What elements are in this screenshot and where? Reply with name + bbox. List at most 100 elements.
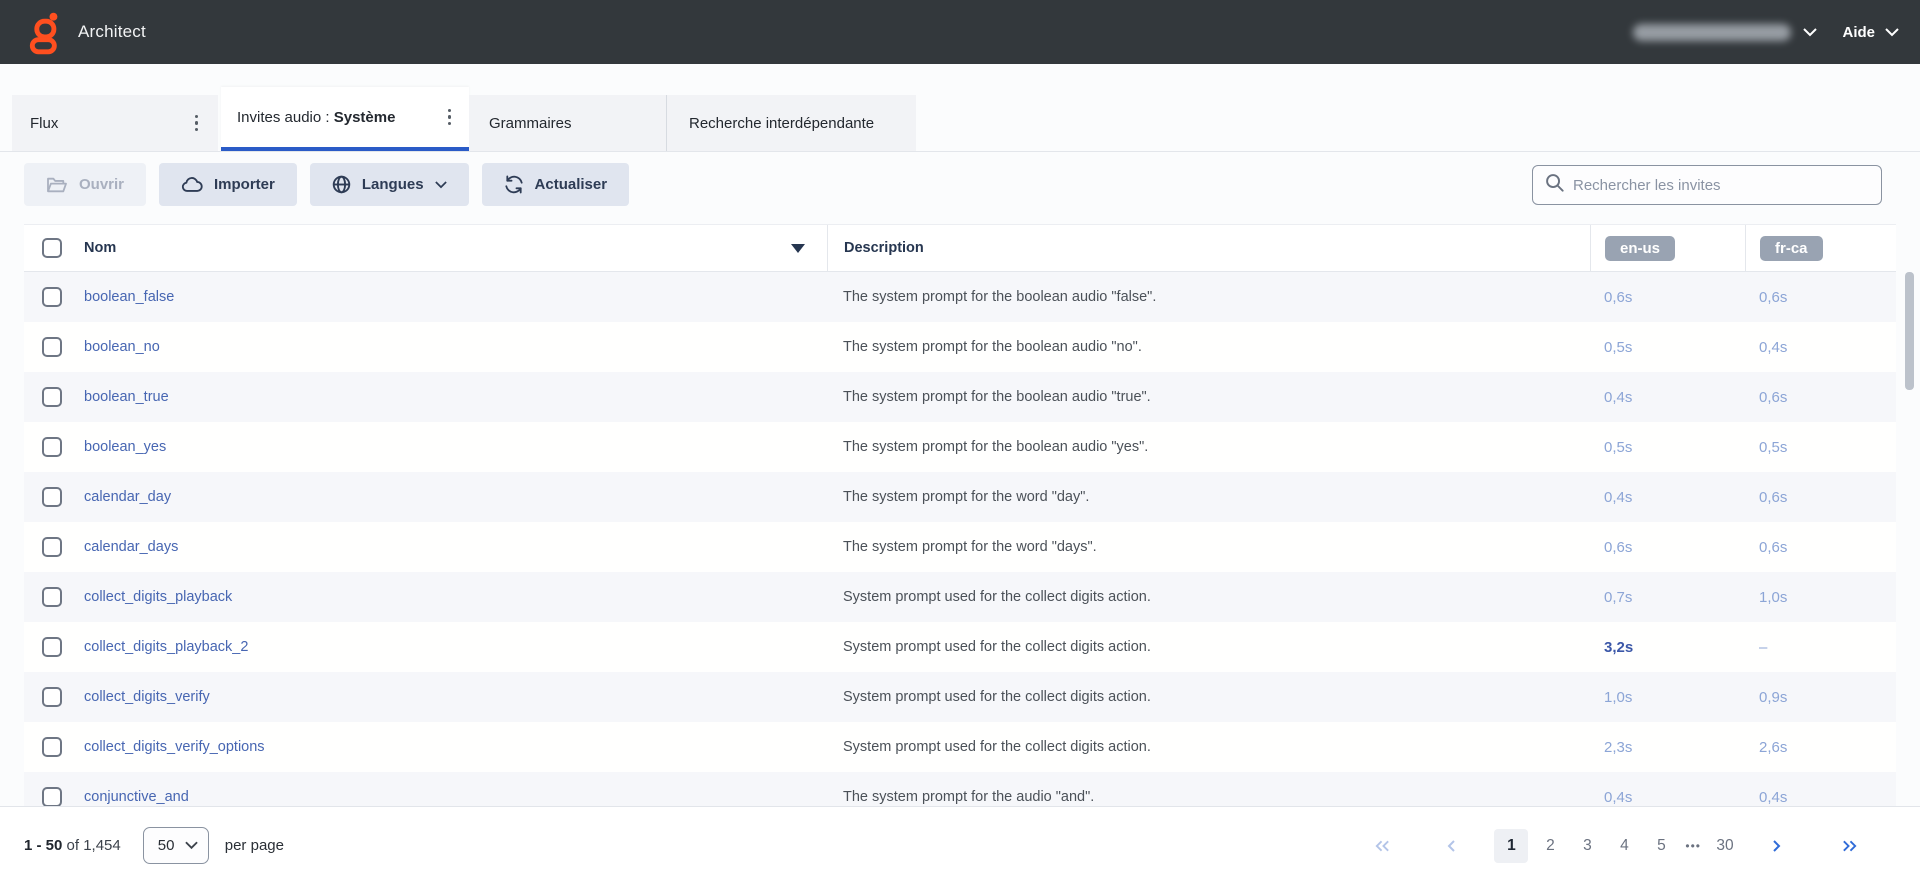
duration-fr-ca: 0,6s [1745,522,1896,572]
duration-fr-ca: 0,4s [1745,322,1896,372]
page-button-30[interactable]: 30 [1710,829,1740,863]
prompt-name-link[interactable]: calendar_days [84,539,178,555]
duration-en-us: 2,3s [1590,722,1745,772]
duration-fr-ca: 0,9s [1745,672,1896,722]
prompt-name-link[interactable]: boolean_true [84,389,169,405]
kebab-menu-icon[interactable] [442,105,458,130]
prompt-name-link[interactable]: boolean_false [84,289,174,305]
table-row: calendar_days The system prompt for the … [24,522,1896,572]
duration-en-us: 3,2s [1590,622,1745,672]
tab-flux[interactable]: Flux [12,95,218,151]
row-checkbox[interactable] [42,437,62,457]
row-checkbox[interactable] [42,637,62,657]
row-checkbox[interactable] [42,337,62,357]
search-box [1532,165,1882,205]
table-row: boolean_false The system prompt for the … [24,272,1896,322]
prompt-description: The system prompt for the word "day". [827,472,1590,522]
prompt-name-link[interactable]: collect_digits_playback [84,589,232,605]
first-page-button[interactable] [1368,836,1397,856]
tab-recherche-interdependante[interactable]: Recherche interdépendante [666,95,916,151]
prompt-description: The system prompt for the boolean audio … [827,322,1590,372]
duration-fr-ca: 1,0s [1745,572,1896,622]
app-header: Architect Aide [0,0,1920,64]
page-button-3[interactable]: 3 [1572,829,1602,863]
prompt-description: The system prompt for the boolean audio … [827,372,1590,422]
duration-en-us: 0,5s [1590,322,1745,372]
per-page-label: per page [225,837,284,854]
chevron-down-icon [1885,28,1898,37]
page-button-2[interactable]: 2 [1535,829,1565,863]
duration-en-us: 0,6s [1590,522,1745,572]
table-row: collect_digits_verify System prompt used… [24,672,1896,722]
previous-page-button[interactable] [1441,836,1462,856]
tab-invites-audio-active[interactable]: Invites audio : Système [221,87,469,151]
row-checkbox[interactable] [42,387,62,407]
table-row: conjunctive_and The system prompt for th… [24,772,1896,806]
prompt-description: The system prompt for the boolean audio … [827,422,1590,472]
search-input[interactable] [1573,177,1869,194]
page-button-1[interactable]: 1 [1494,829,1528,863]
page-button-4[interactable]: 4 [1609,829,1639,863]
page-ellipsis[interactable]: ••• [1683,839,1703,853]
row-checkbox[interactable] [42,587,62,607]
page-button-5[interactable]: 5 [1646,829,1676,863]
search-icon [1545,173,1564,197]
row-checkbox[interactable] [42,537,62,557]
next-page-button[interactable] [1766,836,1787,856]
import-button-label: Importer [214,176,275,193]
select-all-checkbox[interactable] [42,238,62,258]
duration-en-us: 1,0s [1590,672,1745,722]
duration-fr-ca: 2,6s [1745,722,1896,772]
prompt-description: The system prompt for the audio "and". [827,772,1590,806]
duration-fr-ca: 0,6s [1745,472,1896,522]
chevron-down-icon [1803,28,1816,37]
row-checkbox[interactable] [42,287,62,307]
globe-icon [332,175,351,194]
duration-en-us: 0,4s [1590,372,1745,422]
lang-badge-fr-ca[interactable]: fr-ca [1760,236,1823,261]
prompt-description: The system prompt for the word "days". [827,522,1590,572]
tab-grammaires[interactable]: Grammaires [469,95,666,151]
prompt-name-link[interactable]: collect_digits_verify [84,689,210,705]
prompt-description: System prompt used for the collect digit… [827,622,1590,672]
prompt-description: System prompt used for the collect digit… [827,672,1590,722]
prompt-name-link[interactable]: collect_digits_verify_options [84,739,265,755]
row-checkbox[interactable] [42,687,62,707]
prompt-name-link[interactable]: conjunctive_and [84,789,189,805]
kebab-menu-icon[interactable] [189,111,205,136]
user-menu[interactable] [1633,24,1816,41]
prompt-description: System prompt used for the collect digit… [827,722,1590,772]
table-row: boolean_no The system prompt for the boo… [24,322,1896,372]
folder-open-icon [46,176,68,194]
last-page-button[interactable] [1835,836,1864,856]
sort-filter-icon[interactable] [791,244,805,253]
chevron-down-icon [185,841,198,850]
row-checkbox[interactable] [42,737,62,757]
prompt-name-link[interactable]: collect_digits_playback_2 [84,639,248,655]
table-row: boolean_true The system prompt for the b… [24,372,1896,422]
row-checkbox[interactable] [42,487,62,507]
help-label: Aide [1842,24,1875,41]
genesys-logo-icon [26,9,66,55]
row-checkbox[interactable] [42,787,62,806]
tab-invites-label: Invites audio : Système [237,109,395,126]
prompt-name-link[interactable]: boolean_no [84,339,160,355]
duration-fr-ca: 0,6s [1745,372,1896,422]
column-header-nom: Nom [84,240,116,256]
import-button[interactable]: Importer [159,163,297,206]
duration-en-us: 0,5s [1590,422,1745,472]
duration-fr-ca: – [1745,622,1896,672]
open-button-label: Ouvrir [79,176,124,193]
languages-button[interactable]: Langues [310,163,469,206]
vertical-scrollbar[interactable] [1905,272,1914,390]
pagination-bar: 1 - 50 of 1,454 50 per page 12345•••30 [0,806,1920,884]
help-menu[interactable]: Aide [1842,24,1898,41]
page-size-select[interactable]: 50 [143,827,209,864]
prompt-description: System prompt used for the collect digit… [827,572,1590,622]
refresh-button[interactable]: Actualiser [482,163,630,206]
lang-badge-en-us[interactable]: en-us [1605,236,1675,261]
prompt-name-link[interactable]: boolean_yes [84,439,166,455]
page-size-value: 50 [158,837,175,854]
open-button[interactable]: Ouvrir [24,163,146,206]
prompt-name-link[interactable]: calendar_day [84,489,171,505]
